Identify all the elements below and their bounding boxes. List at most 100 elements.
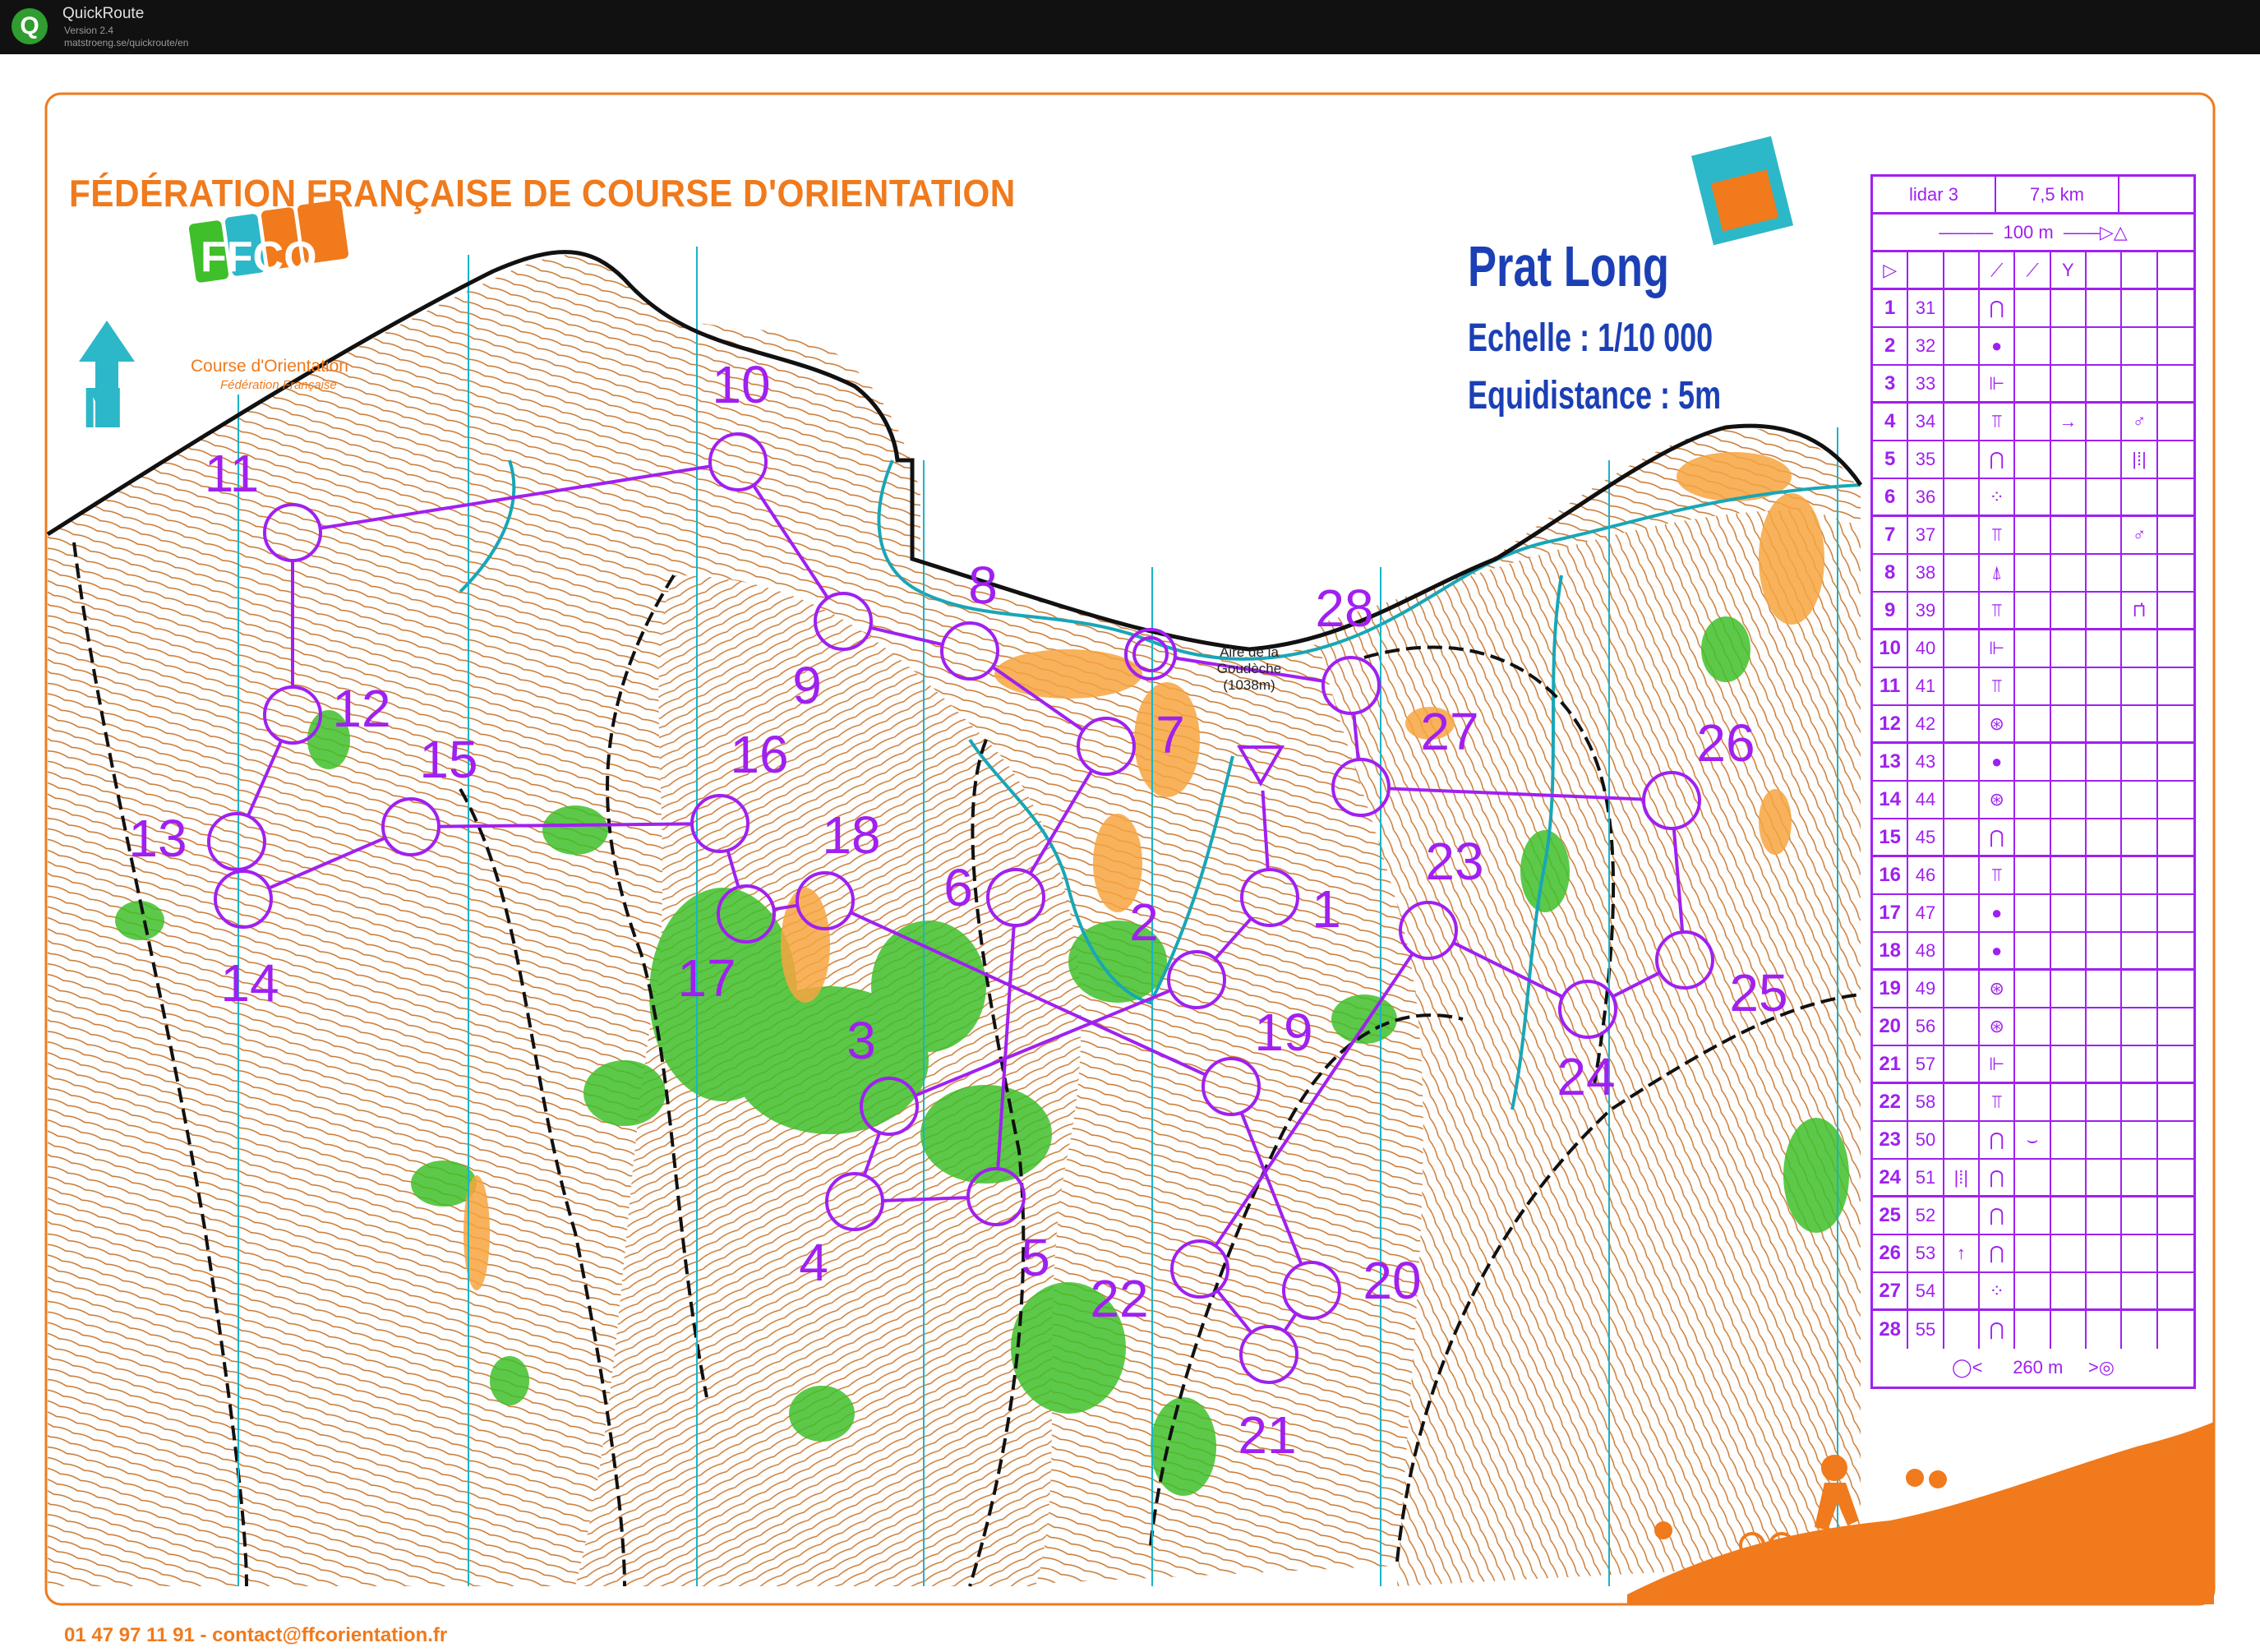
cd-seq: 18: [1873, 933, 1909, 968]
cd-col-g: [2087, 1160, 2123, 1195]
cd-code: 47: [1908, 895, 1944, 931]
cd-col-i: [2158, 555, 2193, 591]
cd-col-c: [1944, 1008, 1981, 1045]
cd-col-c: [1944, 328, 1981, 364]
cd-col-i: [2158, 744, 2193, 780]
cd-seq: 26: [1873, 1235, 1909, 1271]
cd-col-e: [2015, 1197, 2051, 1234]
cd-col-g: [2087, 895, 2123, 931]
cd-feature: ⫪: [1980, 668, 2016, 704]
website-link[interactable]: www.ffcorientation.fr: [1963, 1616, 2208, 1644]
map-name: Prat Long: [1468, 234, 1669, 298]
cd-col-h: [2122, 706, 2158, 741]
cd-blank: [2087, 252, 2123, 288]
cd-seq: 17: [1873, 895, 1909, 931]
cd-col-i: [2158, 328, 2193, 364]
cd-col-c: [1944, 1197, 1981, 1234]
control-number-label: 25: [1729, 963, 1788, 1022]
cd-feature: ⊛: [1980, 706, 2016, 741]
control-number-label: 15: [419, 730, 478, 789]
cd-seq: 6: [1873, 479, 1909, 515]
cd-col-h: [2122, 971, 2158, 1007]
cd-col-e: [2015, 895, 2051, 931]
cd-control-row: 27 54 ⁘: [1873, 1273, 2193, 1311]
cd-feature: ⫪: [1980, 517, 2016, 553]
cd-col-c: [1944, 895, 1981, 931]
cd-col-c: [1944, 479, 1981, 515]
cd-control-row: 24 51 |⁞| ⋂: [1873, 1160, 2193, 1197]
cd-col-e: [2015, 441, 2051, 478]
cd-col-h: [2122, 555, 2158, 591]
map-scale: Echelle : 1/10 000: [1468, 316, 1713, 360]
quickroute-logo-icon: Q: [12, 8, 48, 44]
cd-start-distance: 100 m: [2003, 221, 2054, 242]
cd-control-row: 15 45 ⋂: [1873, 819, 2193, 857]
cd-col-g: [2087, 328, 2123, 364]
cd-col-f: [2051, 857, 2087, 893]
cd-control-row: 13 43 ●: [1873, 744, 2193, 782]
cd-col-i: [2158, 782, 2193, 818]
place-label-line: Goudèche: [1216, 661, 1282, 676]
cd-col-f: [2051, 328, 2087, 364]
cd-control-row: 4 34 ⫪ → ♂: [1873, 404, 2193, 441]
cd-code: 51: [1908, 1160, 1944, 1195]
cd-col-f: [2051, 1235, 2087, 1271]
cd-col-c: [1944, 555, 1981, 591]
cd-col-f: [2051, 895, 2087, 931]
cd-col-c: [1944, 668, 1981, 704]
cd-feature: ⋂: [1980, 290, 2016, 326]
cd-col-e: [2015, 971, 2051, 1007]
cd-col-i: [2158, 857, 2193, 893]
control-number-label: 18: [822, 805, 881, 865]
place-label-line: Aire de la: [1220, 644, 1279, 660]
cd-control-row: 20 56 ⊛: [1873, 1008, 2193, 1046]
cd-code: 56: [1908, 1008, 1944, 1045]
junction-icon: Y: [2051, 252, 2087, 288]
control-number-label: 8: [968, 556, 998, 615]
cd-col-c: [1944, 971, 1981, 1007]
cd-blank: [2122, 252, 2158, 288]
cd-control-row: 8 38 ⍋: [1873, 555, 2193, 593]
cd-seq: 25: [1873, 1197, 1909, 1234]
control-number-label: 4: [799, 1233, 828, 1292]
cd-col-i: [2158, 895, 2193, 931]
control-number-label: 20: [1363, 1251, 1422, 1310]
cd-col-f: [2051, 1311, 2087, 1349]
app-name: QuickRoute: [62, 5, 145, 22]
cd-start-row: ▷ ⟋ ⟋ Y: [1873, 252, 2193, 290]
cd-col-c: [1944, 441, 1981, 478]
contact-info: 01 47 97 11 91 - contact@ffcorientation.…: [64, 1624, 448, 1646]
cd-col-e: [2015, 517, 2051, 553]
cd-col-e: [2015, 1235, 2051, 1271]
cd-seq: 14: [1873, 782, 1909, 818]
cd-col-h: [2122, 933, 2158, 968]
cd-col-f: [2051, 933, 2087, 968]
cd-feature: ⫪: [1980, 593, 2016, 628]
cd-seq: 13: [1873, 744, 1909, 780]
cd-start-marked-route: ——— 100 m ——▷△: [1873, 215, 2193, 250]
cd-col-h: [2122, 366, 2158, 401]
cd-col-f: [2051, 782, 2087, 818]
cd-feature: ●: [1980, 744, 2016, 780]
cd-col-f: [2051, 479, 2087, 515]
cd-col-i: [2158, 971, 2193, 1007]
cd-col-h: [2122, 782, 2158, 818]
cd-col-f: [2051, 555, 2087, 591]
cd-col-c: [1944, 1122, 1981, 1158]
cd-col-h: [2122, 630, 2158, 667]
cd-col-e: [2015, 630, 2051, 667]
cd-feature: ⋂: [1980, 1160, 2016, 1195]
control-number-label: 16: [730, 725, 789, 784]
cd-code: 33: [1908, 366, 1944, 401]
cd-col-e: [2015, 1084, 2051, 1120]
cd-code: 31: [1908, 290, 1944, 326]
app-url: matstroeng.se/quickroute/en: [64, 37, 189, 48]
cd-control-row: 6 36 ⁘: [1873, 479, 2193, 517]
cd-control-row: 12 42 ⊛: [1873, 706, 2193, 744]
orienteering-map[interactable]: FFCO N FÉDÉRATION FRANÇAISE DE COURSE D'…: [0, 54, 2260, 1652]
finish-funnel-icon: ◯<: [1952, 1357, 2013, 1377]
cd-col-h: [2122, 290, 2158, 326]
cd-control-row: 21 57 ⊩: [1873, 1046, 2193, 1084]
cd-code: 37: [1908, 517, 1944, 553]
cd-control-row: 26 53 ↑ ⋂: [1873, 1235, 2193, 1273]
